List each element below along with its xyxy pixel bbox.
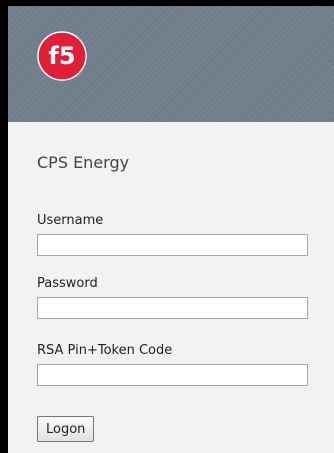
company-name: CPS Energy (37, 153, 130, 172)
logo-text: f5 (48, 42, 75, 70)
logon-button[interactable]: Logon (37, 416, 95, 442)
password-input[interactable] (37, 297, 308, 319)
password-label: Password (37, 276, 98, 291)
login-window: f5 CPS Energy Username Password RSA Pin+… (8, 6, 334, 453)
login-form: CPS Energy Username Password RSA Pin+Tok… (8, 122, 334, 453)
f5-logo-icon: f5 (37, 31, 87, 81)
username-label: Username (37, 213, 104, 228)
token-input[interactable] (37, 364, 308, 386)
header-banner: f5 (8, 6, 334, 122)
token-label: RSA Pin+Token Code (37, 343, 173, 358)
username-input[interactable] (37, 234, 308, 256)
